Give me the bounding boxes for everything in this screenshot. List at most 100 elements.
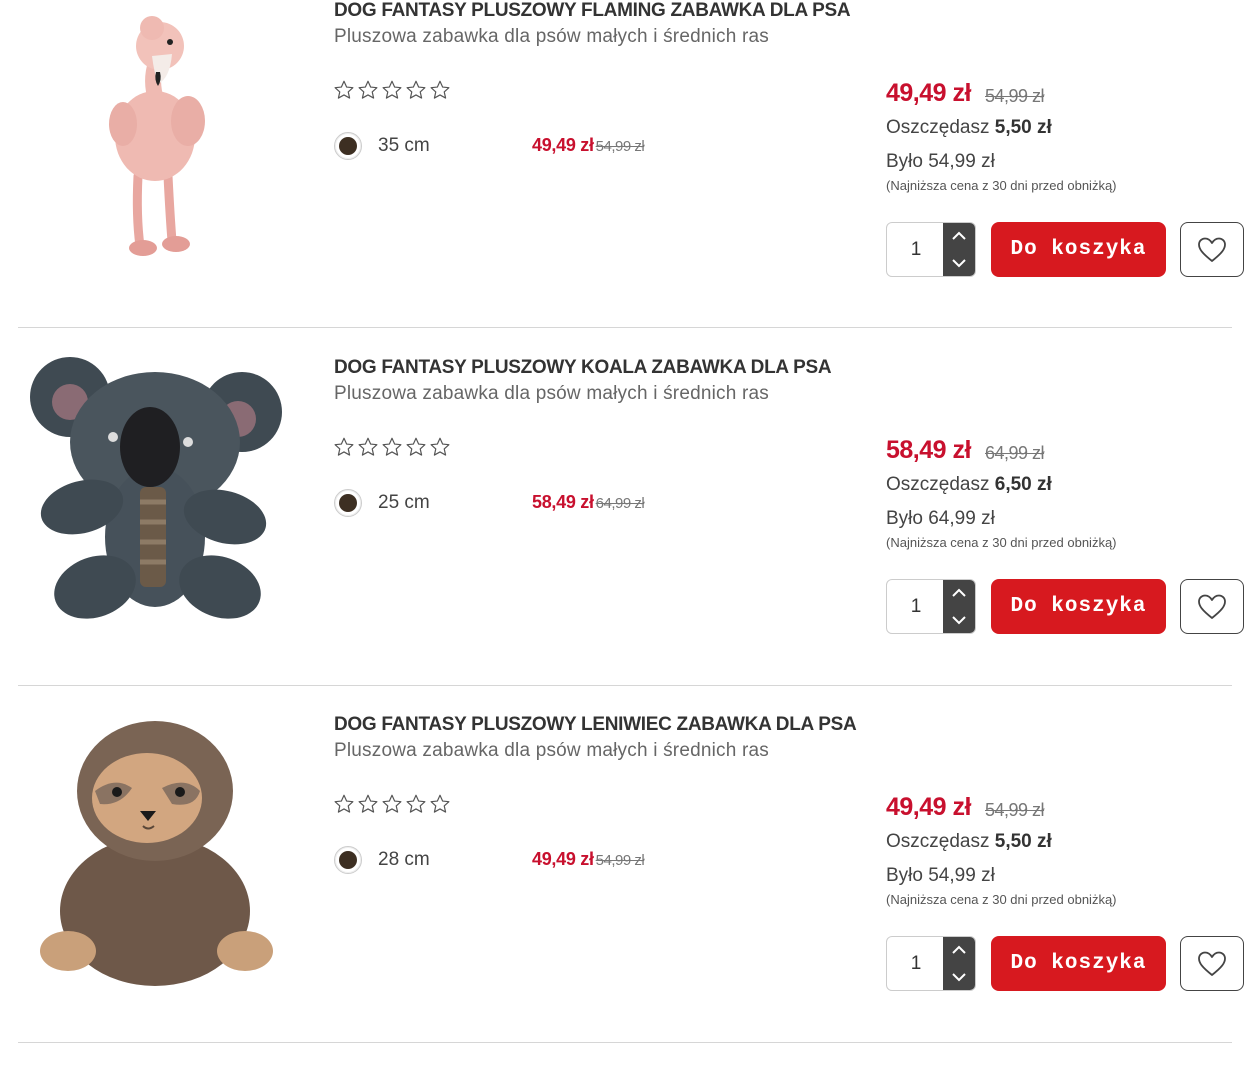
star-icon bbox=[334, 437, 354, 456]
product-card: DOG FANTASY PLUSZOWY KOALA ZABAWKA DLA P… bbox=[0, 357, 1250, 714]
product-title[interactable]: DOG FANTASY PLUSZOWY FLAMING ZABAWKA DLA… bbox=[334, 0, 851, 22]
variant-old-price: 54,99 zł bbox=[595, 138, 645, 155]
quantity-stepper[interactable] bbox=[886, 579, 976, 634]
quantity-input[interactable] bbox=[887, 580, 945, 633]
star-icon bbox=[406, 437, 426, 456]
savings-text: Oszczędasz 6,50 zł bbox=[886, 474, 1052, 496]
add-to-cart-button[interactable]: Do koszyka bbox=[991, 222, 1166, 277]
decrease-button[interactable] bbox=[943, 606, 975, 633]
decrease-button[interactable] bbox=[943, 249, 975, 276]
decrease-button[interactable] bbox=[943, 963, 975, 990]
star-icon bbox=[334, 80, 354, 99]
quantity-input[interactable] bbox=[887, 937, 945, 990]
rating-stars[interactable] bbox=[333, 436, 451, 458]
favorite-button[interactable] bbox=[1180, 222, 1244, 277]
variant-option[interactable]: 35 cm bbox=[334, 132, 430, 160]
product-divider bbox=[18, 1042, 1232, 1043]
favorite-button[interactable] bbox=[1180, 579, 1244, 634]
quantity-stepper[interactable] bbox=[886, 222, 976, 277]
variant-current-price: 58,49 zł bbox=[532, 492, 594, 512]
variant-current-price: 49,49 zł bbox=[532, 849, 594, 869]
variant-current-price: 49,49 zł bbox=[532, 135, 594, 155]
variant-old-price: 64,99 zł bbox=[595, 495, 645, 512]
product-image-sloth[interactable] bbox=[20, 716, 290, 1006]
variant-size: 28 cm bbox=[378, 849, 430, 870]
product-divider bbox=[18, 685, 1232, 686]
variant-old-price: 54,99 zł bbox=[595, 852, 645, 869]
rating-stars[interactable] bbox=[333, 79, 451, 101]
savings-value: 5,50 zł bbox=[994, 117, 1052, 138]
current-price: 49,49 zł bbox=[886, 79, 971, 107]
product-subtitle: Pluszowa zabawka dla psów małych i średn… bbox=[334, 740, 769, 761]
old-price: 64,99 zł bbox=[985, 443, 1045, 463]
savings-text: Oszczędasz 5,50 zł bbox=[886, 831, 1052, 853]
add-to-cart-button[interactable]: Do koszyka bbox=[991, 936, 1166, 991]
product-image-koala[interactable] bbox=[20, 357, 290, 647]
add-to-cart-button[interactable]: Do koszyka bbox=[991, 579, 1166, 634]
old-price: 54,99 zł bbox=[985, 800, 1045, 820]
increase-button[interactable] bbox=[943, 937, 975, 964]
savings-text: Oszczędasz 5,50 zł bbox=[886, 117, 1052, 139]
star-icon bbox=[382, 437, 402, 456]
savings-label: Oszczędasz bbox=[886, 831, 990, 852]
star-icon bbox=[358, 794, 378, 813]
lowest-price-note: (Najniższa cena z 30 dni przed obniżką) bbox=[886, 178, 1117, 193]
variant-radio[interactable] bbox=[334, 489, 362, 517]
was-price: Było 54,99 zł bbox=[886, 151, 995, 172]
variant-color-dot bbox=[339, 494, 357, 512]
variant-option[interactable]: 25 cm bbox=[334, 489, 430, 517]
increase-button[interactable] bbox=[943, 580, 975, 607]
savings-value: 5,50 zł bbox=[994, 831, 1052, 852]
variant-price: 58,49 zł 64,99 zł bbox=[532, 492, 645, 513]
was-price: Było 64,99 zł bbox=[886, 508, 995, 529]
chevron-down-icon bbox=[952, 258, 966, 267]
heart-icon bbox=[1198, 594, 1226, 619]
variant-size: 35 cm bbox=[378, 135, 430, 156]
savings-label: Oszczędasz bbox=[886, 117, 990, 138]
product-divider bbox=[18, 327, 1232, 328]
quantity-input[interactable] bbox=[887, 223, 945, 276]
chevron-up-icon bbox=[952, 231, 966, 240]
favorite-button[interactable] bbox=[1180, 936, 1244, 991]
product-title[interactable]: DOG FANTASY PLUSZOWY KOALA ZABAWKA DLA P… bbox=[334, 357, 832, 379]
star-icon bbox=[334, 794, 354, 813]
product-card: DOG FANTASY PLUSZOWY LENIWIEC ZABAWKA DL… bbox=[0, 714, 1250, 1071]
variant-color-dot bbox=[339, 137, 357, 155]
old-price: 54,99 zł bbox=[985, 86, 1045, 106]
variant-option[interactable]: 28 cm bbox=[334, 846, 430, 874]
savings-label: Oszczędasz bbox=[886, 474, 990, 495]
star-icon bbox=[430, 80, 450, 99]
savings-value: 6,50 zł bbox=[994, 474, 1052, 495]
star-icon bbox=[406, 794, 426, 813]
chevron-up-icon bbox=[952, 588, 966, 597]
variant-radio[interactable] bbox=[334, 132, 362, 160]
chevron-up-icon bbox=[952, 945, 966, 954]
current-price: 58,49 zł bbox=[886, 436, 971, 464]
star-icon bbox=[430, 794, 450, 813]
product-subtitle: Pluszowa zabawka dla psów małych i średn… bbox=[334, 383, 769, 404]
product-subtitle: Pluszowa zabawka dla psów małych i średn… bbox=[334, 26, 769, 47]
increase-button[interactable] bbox=[943, 223, 975, 250]
lowest-price-note: (Najniższa cena z 30 dni przed obniżką) bbox=[886, 535, 1117, 550]
star-icon bbox=[358, 437, 378, 456]
rating-stars[interactable] bbox=[333, 793, 451, 815]
heart-icon bbox=[1198, 951, 1226, 976]
chevron-down-icon bbox=[952, 972, 966, 981]
star-icon bbox=[358, 80, 378, 99]
star-icon bbox=[430, 437, 450, 456]
product-image-flamingo[interactable] bbox=[20, 0, 290, 286]
lowest-price-note: (Najniższa cena z 30 dni przed obniżką) bbox=[886, 892, 1117, 907]
variant-radio[interactable] bbox=[334, 846, 362, 874]
was-price: Było 54,99 zł bbox=[886, 865, 995, 886]
star-icon bbox=[382, 80, 402, 99]
variant-price: 49,49 zł 54,99 zł bbox=[532, 135, 645, 156]
chevron-down-icon bbox=[952, 615, 966, 624]
quantity-stepper[interactable] bbox=[886, 936, 976, 991]
star-icon bbox=[406, 80, 426, 99]
product-card: DOG FANTASY PLUSZOWY FLAMING ZABAWKA DLA… bbox=[0, 0, 1250, 357]
variant-price: 49,49 zł 54,99 zł bbox=[532, 849, 645, 870]
current-price: 49,49 zł bbox=[886, 793, 971, 821]
star-icon bbox=[382, 794, 402, 813]
variant-color-dot bbox=[339, 851, 357, 869]
product-title[interactable]: DOG FANTASY PLUSZOWY LENIWIEC ZABAWKA DL… bbox=[334, 714, 857, 736]
